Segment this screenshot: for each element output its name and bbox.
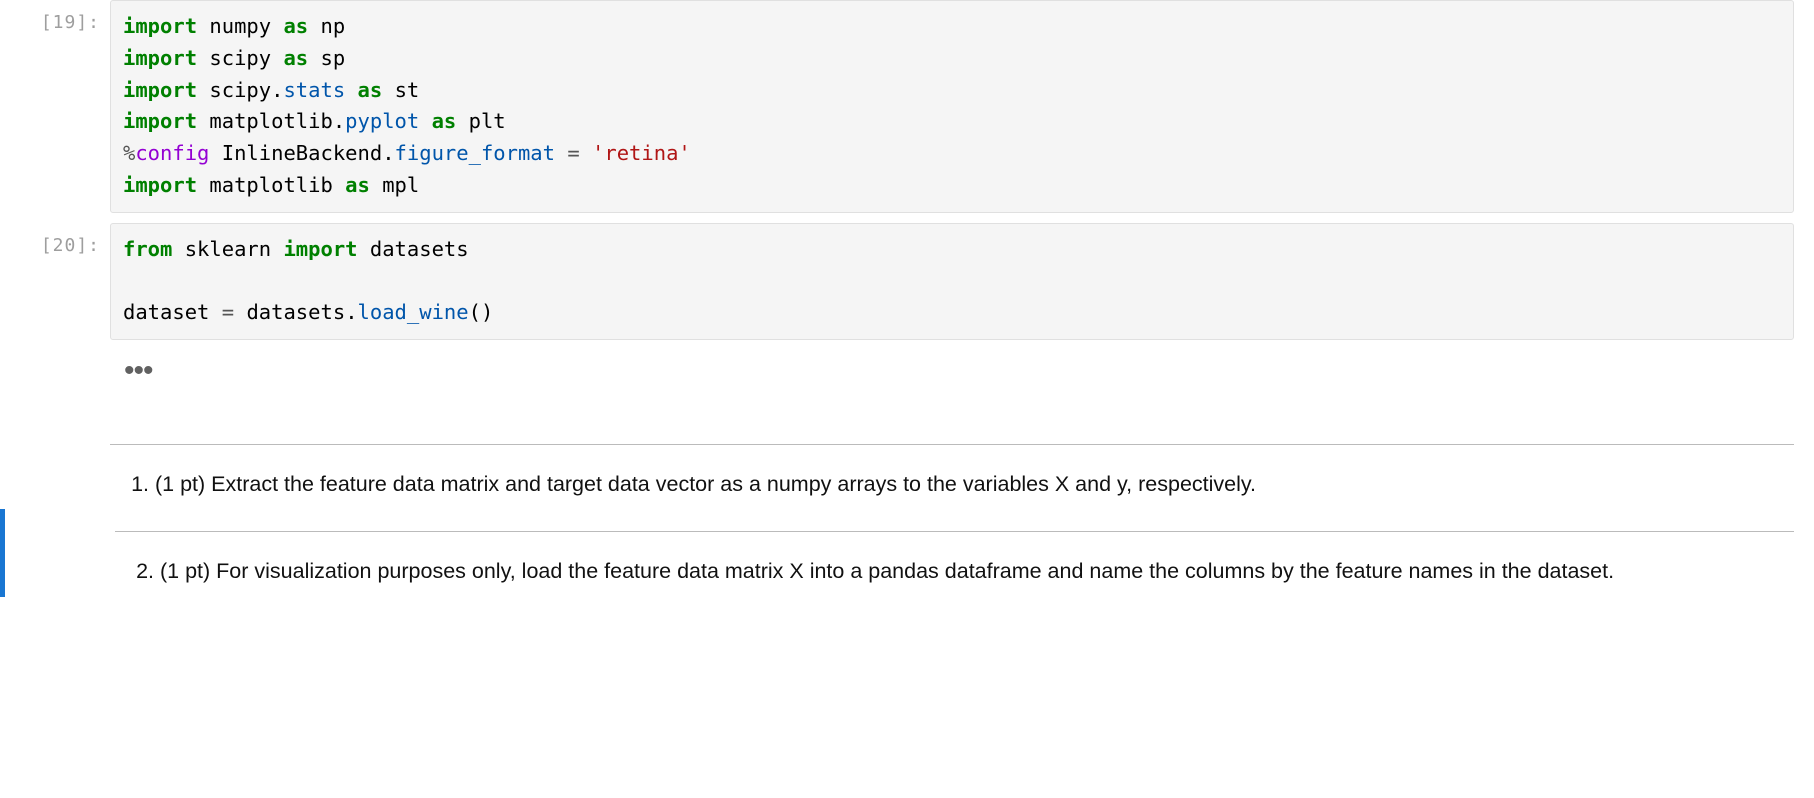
- markdown-content: (1 pt) For visualization purposes only, …: [115, 509, 1794, 596]
- code-input[interactable]: from sklearn import datasets dataset = d…: [110, 223, 1794, 340]
- keyword-as: as: [358, 78, 383, 102]
- module-name: matplotlib: [209, 109, 332, 133]
- keyword-as: as: [283, 14, 308, 38]
- import-name: datasets: [370, 237, 469, 261]
- question-1: (1 pt) Extract the feature data matrix a…: [155, 467, 1794, 501]
- attribute: figure_format: [395, 141, 555, 165]
- alias: plt: [469, 109, 506, 133]
- markdown-content: (1 pt) Extract the feature data matrix a…: [110, 422, 1794, 509]
- markdown-gutter: [5, 509, 115, 596]
- notebook: [19]: import numpy as np import scipy as…: [0, 0, 1814, 597]
- markdown-cell-q1[interactable]: (1 pt) Extract the feature data matrix a…: [0, 422, 1814, 509]
- module-name: scipy: [209, 78, 271, 102]
- code-cell-19[interactable]: [19]: import numpy as np import scipy as…: [0, 0, 1814, 213]
- alias: np: [321, 14, 346, 38]
- module-name: matplotlib: [209, 173, 332, 197]
- magic-command: config: [135, 141, 209, 165]
- keyword-import: import: [123, 14, 197, 38]
- parentheses: (): [469, 300, 494, 324]
- keyword-from: from: [123, 237, 172, 261]
- keyword-import: import: [123, 46, 197, 70]
- divider: [110, 444, 1794, 445]
- markdown-cell-q2[interactable]: (1 pt) For visualization purposes only, …: [0, 509, 1814, 596]
- module-name: sklearn: [185, 237, 271, 261]
- function-name: load_wine: [358, 300, 469, 324]
- dot: .: [345, 300, 357, 324]
- cell-prompt: [20]:: [0, 223, 110, 340]
- dot: .: [382, 141, 394, 165]
- object: datasets: [246, 300, 345, 324]
- keyword-as: as: [283, 46, 308, 70]
- equals: =: [209, 300, 246, 324]
- keyword-as: as: [345, 173, 370, 197]
- keyword-import: import: [283, 237, 357, 261]
- output-collapsed-row: •••: [0, 350, 1814, 392]
- cell-prompt: [19]:: [0, 0, 110, 213]
- code-cell-20[interactable]: [20]: from sklearn import datasets datas…: [0, 223, 1814, 340]
- ellipsis-icon[interactable]: •••: [110, 350, 167, 392]
- variable: dataset: [123, 300, 209, 324]
- keyword-as: as: [432, 109, 457, 133]
- equals: =: [555, 141, 592, 165]
- submodule: stats: [283, 78, 345, 102]
- keyword-import: import: [123, 109, 197, 133]
- code-input[interactable]: import numpy as np import scipy as sp im…: [110, 0, 1794, 213]
- dot: .: [271, 78, 283, 102]
- submodule: pyplot: [345, 109, 419, 133]
- dot: .: [333, 109, 345, 133]
- module-name: numpy: [209, 14, 271, 38]
- magic-percent: %: [123, 141, 135, 165]
- keyword-import: import: [123, 78, 197, 102]
- question-2: (1 pt) For visualization purposes only, …: [160, 554, 1794, 588]
- alias: sp: [321, 46, 346, 70]
- alias: st: [395, 78, 420, 102]
- module-name: scipy: [209, 46, 271, 70]
- markdown-gutter: [0, 422, 110, 509]
- alias: mpl: [382, 173, 419, 197]
- keyword-import: import: [123, 173, 197, 197]
- magic-target: InlineBackend: [209, 141, 382, 165]
- divider: [115, 531, 1794, 532]
- string-literal: 'retina': [592, 141, 691, 165]
